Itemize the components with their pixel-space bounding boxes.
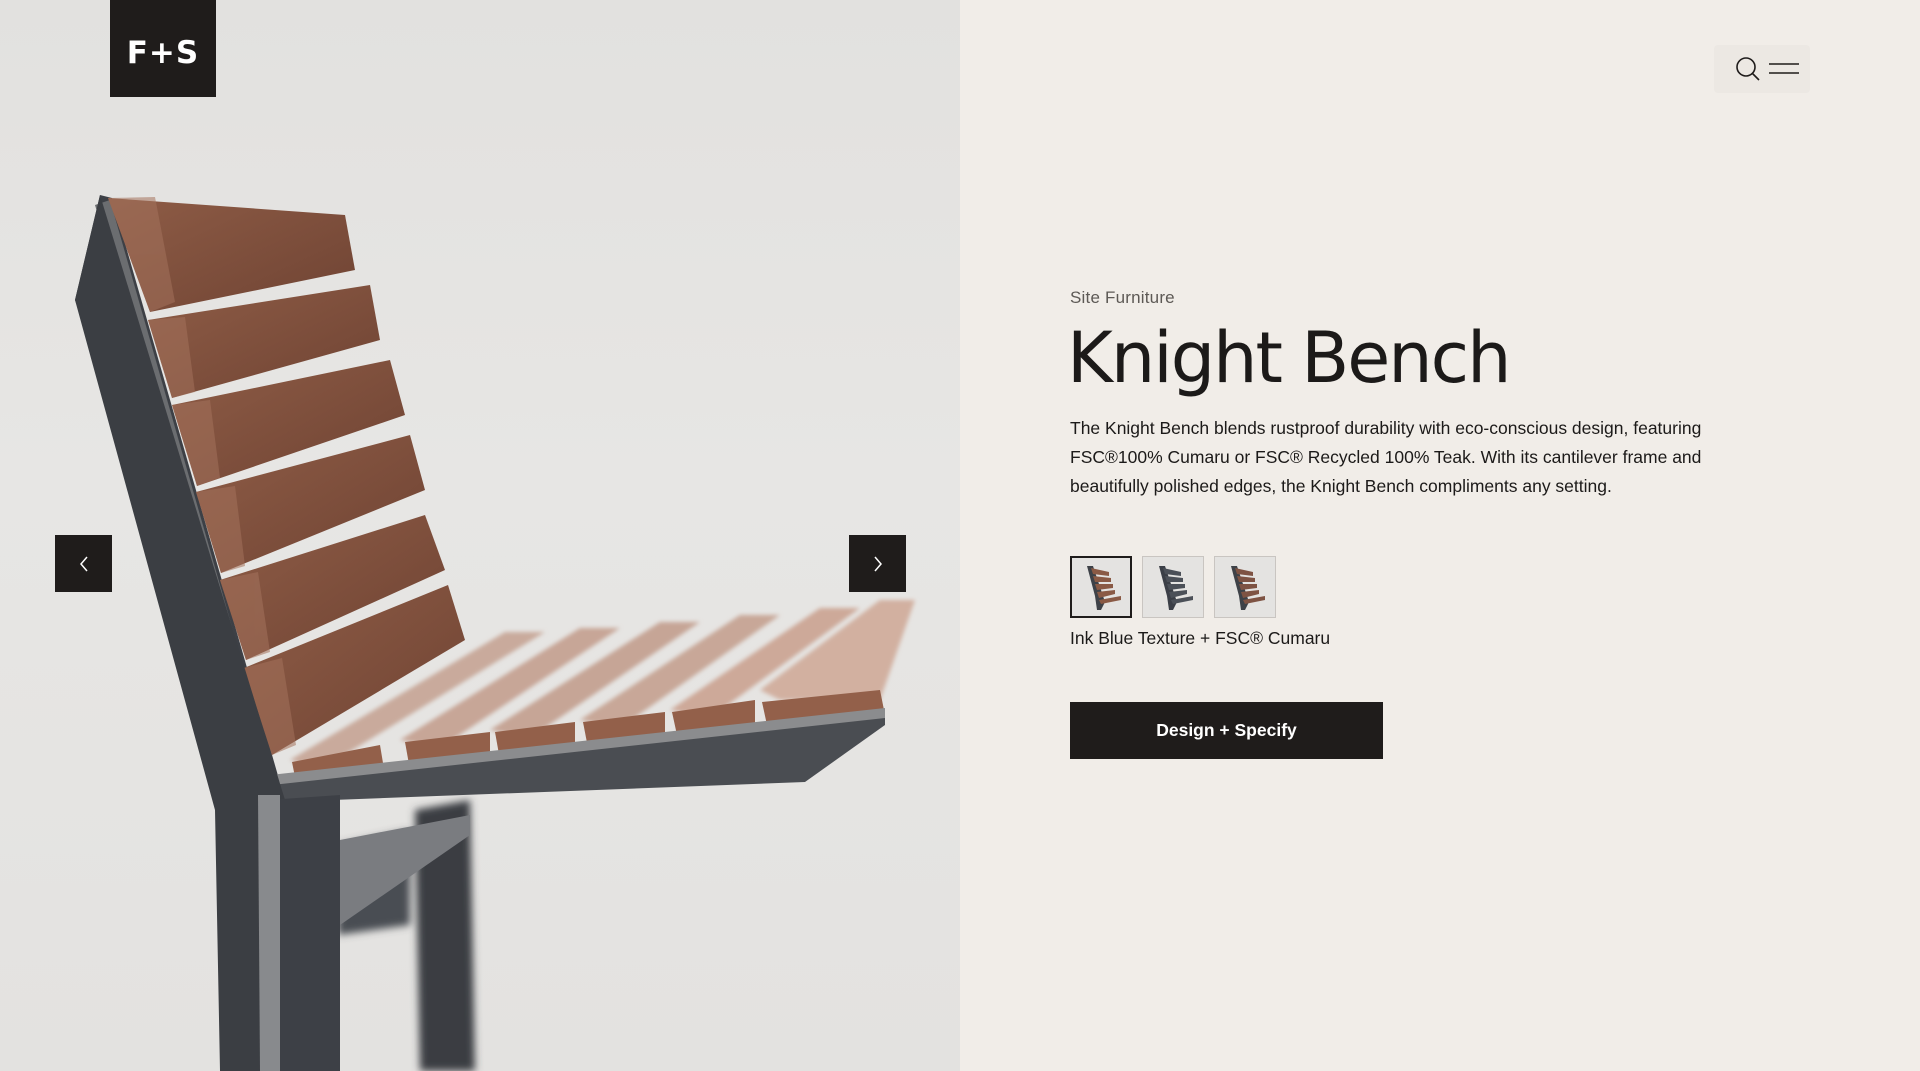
previous-image-button[interactable] — [55, 535, 112, 592]
chevron-left-icon — [79, 556, 88, 571]
product-category: Site Furniture — [1070, 288, 1175, 307]
bench-product-image — [75, 195, 915, 1071]
selected-finish-label: Ink Blue Texture + FSC® Cumaru — [1070, 627, 1331, 648]
brand-logo[interactable]: F+S — [110, 0, 216, 97]
logo-text: F+S — [126, 34, 200, 71]
finish-swatch[interactable] — [1214, 555, 1276, 618]
chevron-right-icon — [873, 556, 882, 571]
next-image-button[interactable] — [849, 535, 906, 592]
product-page: F+S Site Furniture Knight Bench The Knig… — [0, 0, 1920, 1071]
product-description: The Knight Bench blends rustproof durabi… — [1070, 417, 1702, 496]
search-icon — [1736, 57, 1760, 81]
product-title: Knight Bench — [1067, 317, 1512, 399]
header-actions — [1714, 45, 1810, 93]
hamburger-menu-icon — [1769, 63, 1799, 74]
product-info: Site Furniture Knight Bench The Knight B… — [1067, 288, 1790, 759]
bench-thumbnail-icon — [1087, 565, 1121, 610]
menu-button[interactable] — [1766, 51, 1802, 87]
bench-thumbnail-icon — [1231, 565, 1265, 610]
finish-swatch[interactable] — [1070, 555, 1132, 618]
search-button[interactable] — [1730, 51, 1766, 87]
finish-swatches — [1070, 555, 1790, 618]
design-specify-button[interactable]: Design + Specify — [1070, 701, 1383, 759]
bench-thumbnail-icon — [1159, 565, 1193, 610]
product-image-gallery: F+S — [0, 0, 960, 1071]
finish-swatch[interactable] — [1142, 555, 1204, 618]
